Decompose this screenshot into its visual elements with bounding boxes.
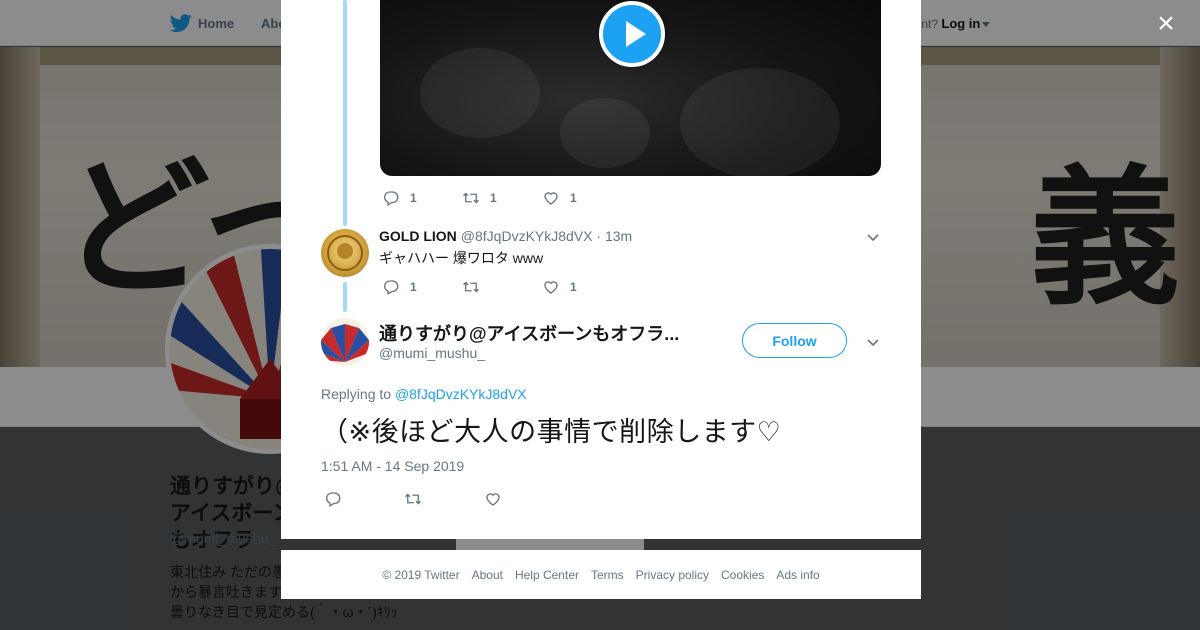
reply-tweet-text: ギャハハー 爆ワロタ www — [379, 250, 544, 266]
replying-handle-link[interactable]: @8fJqDvzKYkJ8dVX — [395, 386, 527, 402]
like-button[interactable]: 1 — [542, 189, 622, 207]
footer: © 2019 Twitter About Help Center Terms P… — [281, 550, 921, 599]
retweet-count: 1 — [490, 191, 497, 205]
retweet-icon — [405, 493, 421, 505]
footer-link-privacy[interactable]: Privacy policy — [636, 568, 709, 582]
reply-button[interactable] — [324, 490, 404, 508]
video-tweet-actions: 1 1 1 — [382, 189, 622, 207]
footer-link-terms[interactable]: Terms — [591, 568, 624, 582]
chevron-down-icon[interactable] — [866, 230, 880, 244]
footer-link-about[interactable]: About — [472, 568, 503, 582]
main-tweet-actions — [324, 490, 564, 508]
reply-icon — [326, 492, 341, 507]
footer-link-ads-info[interactable]: Ads info — [776, 568, 819, 582]
follow-button[interactable]: Follow — [742, 323, 847, 358]
close-icon[interactable]: × — [1152, 9, 1180, 39]
footer-link-cookies[interactable]: Cookies — [721, 568, 764, 582]
reply-tweet-header: GOLD LION @8fJqDvzKYkJ8dVX · 13m — [379, 228, 632, 244]
retweet-icon — [463, 192, 479, 204]
like-button[interactable]: 1 — [542, 278, 622, 296]
retweet-button[interactable]: 1 — [462, 189, 542, 207]
tweet-modal: 1 1 1 GOLD LION @8fJqDvzKYkJ8dVX · 13m ギャ… — [281, 0, 921, 539]
like-icon — [544, 192, 558, 205]
reply-icon — [384, 191, 399, 206]
main-tweet-timestamp[interactable]: 1:51 AM - 14 Sep 2019 — [321, 458, 464, 474]
avatar-circus-image — [321, 324, 369, 362]
footer-link-help-center[interactable]: Help Center — [515, 568, 579, 582]
like-icon — [544, 281, 558, 294]
like-icon — [486, 493, 500, 506]
play-icon[interactable] — [599, 1, 665, 67]
replying-prefix: Replying to — [321, 386, 395, 402]
thread-line-bottom — [343, 282, 347, 312]
main-author-avatar[interactable] — [321, 318, 369, 366]
retweet-button[interactable] — [404, 490, 484, 508]
reply-button[interactable]: 1 — [382, 278, 462, 296]
lion-emblem — [327, 235, 363, 271]
like-button[interactable] — [484, 490, 564, 508]
reply-author-name[interactable]: GOLD LION — [379, 228, 457, 244]
replying-to: Replying to @8fJqDvzKYkJ8dVX — [321, 386, 527, 402]
reply-tweet-actions: 1 1 — [382, 278, 622, 296]
reply-count: 1 — [410, 280, 417, 294]
main-tweet-text: （※後ほど大人の事情で削除します♡ — [321, 417, 782, 447]
footer-copyright: © 2019 Twitter — [382, 567, 460, 582]
reply-author-handle[interactable]: @8fJqDvzKYkJ8dVX — [461, 228, 593, 244]
retweet-button[interactable] — [462, 278, 542, 296]
reply-icon — [384, 280, 399, 295]
reply-time[interactable]: · 13m — [596, 228, 632, 244]
reply-count: 1 — [410, 191, 417, 205]
chevron-down-icon[interactable] — [866, 335, 880, 349]
main-author-handle[interactable]: @mumi_mushu_ — [379, 345, 485, 361]
like-count: 1 — [570, 280, 577, 294]
gold-lion-avatar[interactable] — [321, 229, 369, 277]
main-author-name[interactable]: 通りすがり@アイスボーンもオフラ... — [379, 320, 679, 346]
thread-line-top — [343, 0, 347, 226]
like-count: 1 — [570, 191, 577, 205]
retweet-icon — [463, 281, 479, 293]
reply-button[interactable]: 1 — [382, 189, 462, 207]
